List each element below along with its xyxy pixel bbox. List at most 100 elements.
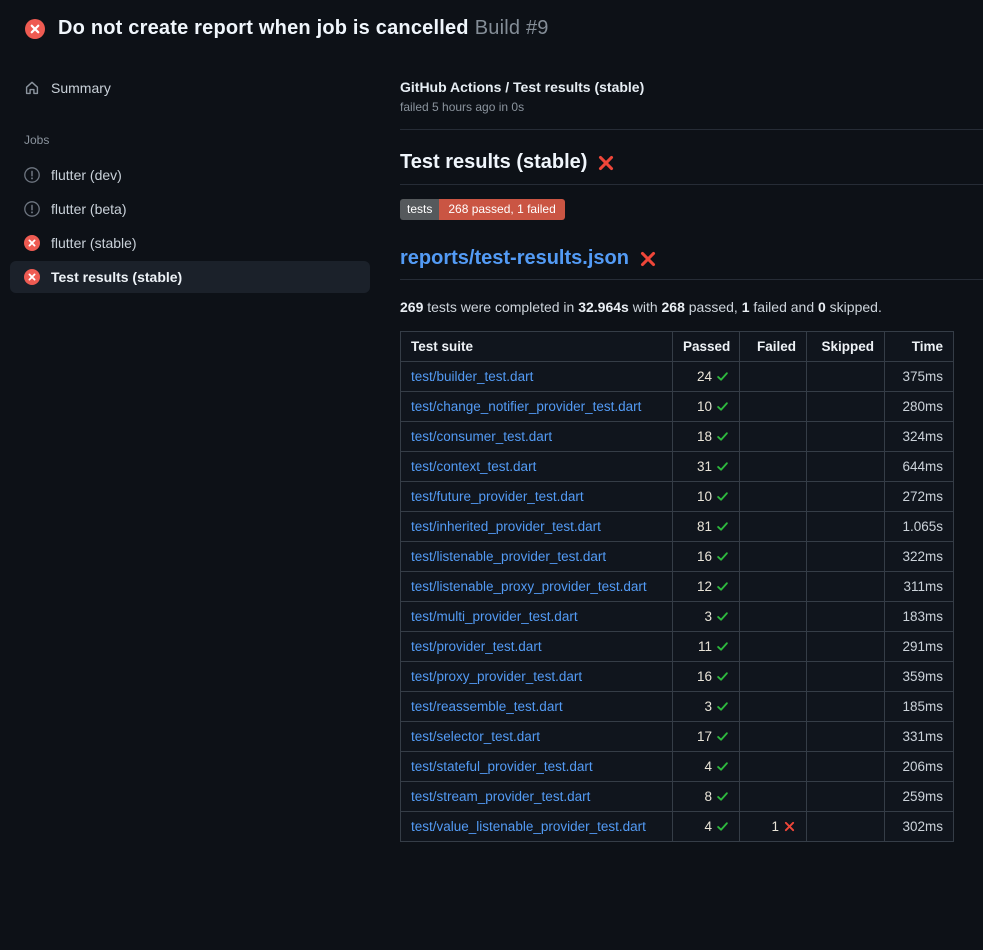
check-icon [716,520,729,533]
page-title: Do not create report when job is cancell… [58,17,549,40]
table-row: test/listenable_proxy_provider_test.dart… [401,572,954,602]
passed-cell: 10 [673,482,740,512]
breadcrumb: GitHub Actions / Test results (stable) [400,79,983,95]
skipped-cell [807,392,885,422]
sidebar-job-item[interactable]: flutter (stable) [10,227,370,259]
check-icon [716,730,729,743]
home-icon [24,80,40,96]
failed-cell [740,482,807,512]
test-suite-link[interactable]: test/reassemble_test.dart [411,699,563,714]
test-suite-link[interactable]: test/consumer_test.dart [411,429,552,444]
skipped-cell [807,542,885,572]
build-number: Build #9 [475,17,549,39]
test-suite-link[interactable]: test/proxy_provider_test.dart [411,669,582,684]
page-header: Do not create report when job is cancell… [0,0,983,49]
table-row: test/provider_test.dart11291ms [401,632,954,662]
skipped-cell [807,812,885,842]
test-suite-link[interactable]: test/value_listenable_provider_test.dart [411,819,646,834]
skipped-cell [807,422,885,452]
check-icon [716,790,729,803]
time-cell: 280ms [885,392,954,422]
test-suite-link[interactable]: test/stream_provider_test.dart [411,789,590,804]
passed-cell: 4 [673,812,740,842]
jobs-list: flutter (dev) flutter (beta)flutter (stab… [0,159,380,293]
sidebar: Summary Jobs flutter (dev) flutter (beta)… [0,49,380,295]
table-row: test/multi_provider_test.dart 3 183ms [401,602,954,632]
summary-segment: 0 [818,299,826,315]
sidebar-job-item[interactable]: flutter (beta) [10,193,370,225]
sidebar-job-item[interactable]: Test results (stable) [10,261,370,293]
results-table: Test suite Passed Failed Skipped Time te… [400,331,954,842]
test-suite-link[interactable]: test/listenable_proxy_provider_test.dart [411,579,647,594]
job-label: flutter (dev) [51,167,122,183]
failed-cell [740,782,807,812]
skipped-cell [807,512,885,542]
test-suite-link[interactable]: test/context_test.dart [411,459,536,474]
passed-cell: 4 [673,752,740,782]
summary-segment: 1 [742,299,750,315]
table-row: test/selector_test.dart17331ms [401,722,954,752]
skipped-cell [807,782,885,812]
passed-cell: 16 [673,542,740,572]
skipped-cell [807,452,885,482]
test-suite-link[interactable]: test/selector_test.dart [411,729,540,744]
test-suite-link[interactable]: test/builder_test.dart [411,369,533,384]
table-row: test/context_test.dart31644ms [401,452,954,482]
time-cell: 183ms [885,602,954,632]
passed-cell: 12 [673,572,740,602]
test-suite-link[interactable]: test/change_notifier_provider_test.dart [411,399,641,414]
passed-cell: 18 [673,422,740,452]
divider [400,129,983,130]
failed-cell [740,752,807,782]
skipped-cell [807,662,885,692]
passed-cell: 3 [673,692,740,722]
failed-cell [740,422,807,452]
content: GitHub Actions / Test results (stable) f… [380,49,983,842]
failed-cell [740,392,807,422]
summary-segment: failed and [750,299,819,315]
test-suite-link[interactable]: test/stateful_provider_test.dart [411,759,593,774]
run-title: Do not create report when job is cancell… [58,17,469,39]
time-cell: 311ms [885,572,954,602]
test-suite-link[interactable]: test/listenable_provider_test.dart [411,549,606,564]
jobs-heading: Jobs [0,103,380,157]
check-heading: Test results (stable) [400,151,983,185]
passed-cell: 24 [673,362,740,392]
column-header-time: Time [885,332,954,362]
job-label: Test results (stable) [51,269,182,285]
table-row: test/builder_test.dart 24 375ms [401,362,954,392]
badge-value: 268 passed, 1 failed [439,199,564,220]
test-suite-link[interactable]: test/provider_test.dart [411,639,542,654]
passed-cell: 3 [673,602,740,632]
check-icon [716,670,729,683]
test-suite-link[interactable]: test/multi_provider_test.dart [411,609,578,624]
sidebar-item-summary[interactable]: Summary [0,73,380,103]
passed-cell: 10 [673,392,740,422]
table-row: test/reassemble_test.dart3185ms [401,692,954,722]
table-row: test/stream_provider_test.dart8259ms [401,782,954,812]
time-cell: 331ms [885,722,954,752]
summary-segment: passed, [685,299,742,315]
neutral-status-icon [24,167,40,183]
neutral-status-icon [24,201,40,217]
summary-segment: with [629,299,662,315]
failed-cell [740,632,807,662]
check-icon [716,700,729,713]
table-row: test/future_provider_test.dart 10 272ms [401,482,954,512]
check-icon [716,760,729,773]
failed-cell [740,662,807,692]
report-file-link[interactable]: reports/test-results.json [400,247,629,270]
failed-cell [740,362,807,392]
summary-segment: 32.964s [578,299,629,315]
check-heading-label: Test results (stable) [400,151,587,174]
time-cell: 375ms [885,362,954,392]
table-row: test/change_notifier_provider_test.dart 1… [401,392,954,422]
test-suite-link[interactable]: test/inherited_provider_test.dart [411,519,601,534]
test-suite-link[interactable]: test/future_provider_test.dart [411,489,584,504]
sidebar-job-item[interactable]: flutter (dev) [10,159,370,191]
time-cell: 272ms [885,482,954,512]
failed-cell [740,542,807,572]
summary-segment: skipped. [826,299,882,315]
passed-cell: 11 [673,632,740,662]
failed-cell [740,452,807,482]
